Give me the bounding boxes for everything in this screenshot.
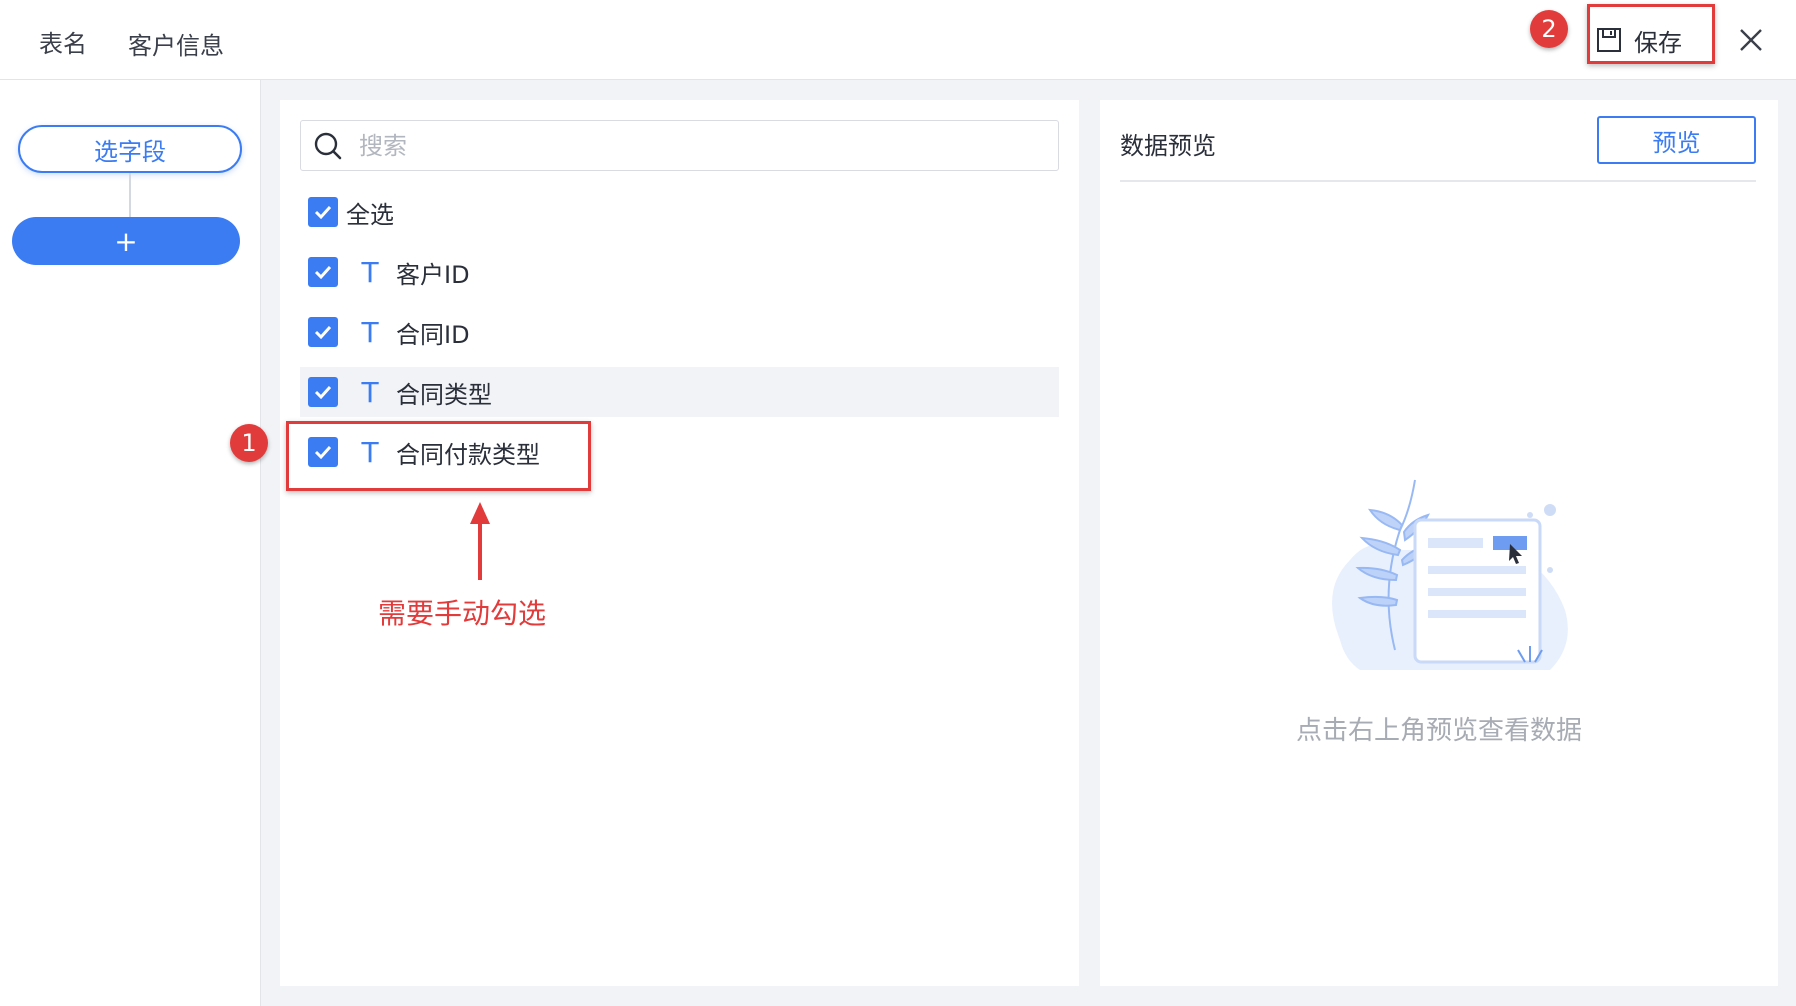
flow-panel: 选字段 + [0, 80, 261, 1006]
field-row-contract-type[interactable]: T 合同类型 [300, 367, 1059, 417]
field-checkbox[interactable] [308, 257, 338, 287]
search-box[interactable] [300, 120, 1059, 171]
close-icon [1740, 29, 1762, 51]
select-fields-node[interactable]: 选字段 [18, 125, 242, 173]
select-all-label: 全选 [346, 200, 394, 229]
data-preview-panel: 数据预览 预览 点击右上角预览查看数据 [1100, 100, 1778, 986]
annotation-note: 需要手动勾选 [378, 597, 547, 630]
header-bar: 表名 客户信息 保存 [0, 0, 1796, 80]
close-button[interactable] [1737, 26, 1765, 54]
preview-divider [1120, 180, 1756, 182]
save-highlight-box [1587, 4, 1715, 64]
table-name-value[interactable]: 客户信息 [128, 26, 224, 61]
table-name-label: 表名 [39, 30, 87, 58]
field-checkbox[interactable] [308, 377, 338, 407]
step-2-marker: 2 [1530, 10, 1568, 48]
search-input[interactable] [357, 130, 1041, 161]
field-checkbox[interactable] [308, 317, 338, 347]
preview-button[interactable]: 预览 [1597, 116, 1756, 164]
field-label: 合同ID [396, 320, 470, 349]
text-type-icon: T [361, 375, 379, 409]
preview-title: 数据预览 [1120, 132, 1216, 160]
search-icon [314, 132, 342, 159]
flow-connector [129, 173, 131, 217]
select-all-checkbox[interactable] [308, 197, 338, 227]
field-selection-panel: 全选 T 客户ID T 合同ID T 合同类型 T 合同付款类型 [280, 100, 1079, 986]
field-highlight-box [286, 421, 591, 491]
add-step-button[interactable]: + [12, 217, 240, 265]
field-row-contract-id[interactable]: T 合同ID [300, 307, 1059, 357]
text-type-icon: T [361, 255, 379, 289]
field-label: 客户ID [396, 260, 470, 289]
text-type-icon: T [361, 315, 379, 349]
empty-state-text: 点击右上角预览查看数据 [1295, 716, 1582, 746]
arrow-up-icon [470, 502, 490, 580]
field-label: 合同类型 [396, 380, 492, 409]
select-all-row[interactable]: 全选 [300, 187, 1059, 237]
field-row-customer-id[interactable]: T 客户ID [300, 247, 1059, 297]
step-1-marker: 1 [230, 424, 268, 462]
empty-data-illustration [1332, 479, 1568, 670]
